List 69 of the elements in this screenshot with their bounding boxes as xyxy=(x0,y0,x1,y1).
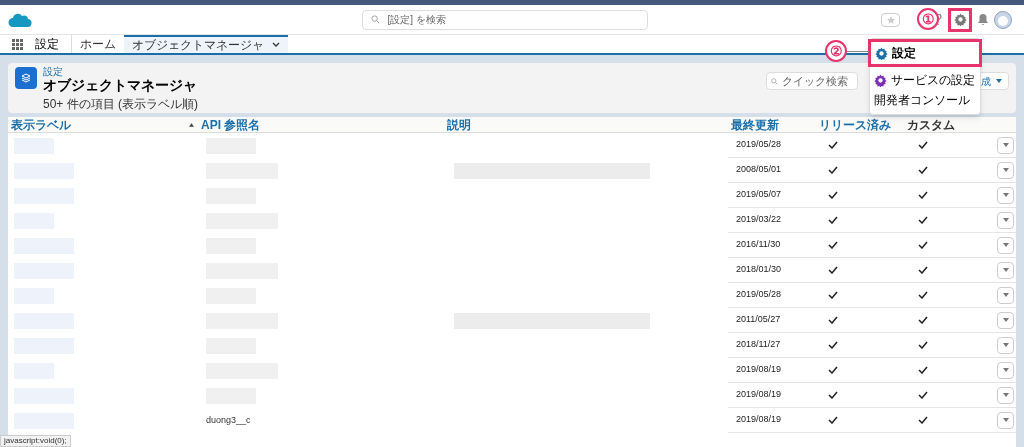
page-title: オブジェクトマネージャ xyxy=(43,77,198,94)
row-action-button[interactable] xyxy=(997,336,1014,354)
cloud-logo[interactable] xyxy=(8,11,32,28)
row-action-button[interactable] xyxy=(997,411,1014,429)
row-action-button[interactable] xyxy=(997,386,1014,404)
caret-icon xyxy=(1002,368,1009,372)
caret-icon xyxy=(1002,418,1009,422)
caret-icon xyxy=(1002,218,1009,222)
row-action-button[interactable] xyxy=(997,161,1014,179)
quick-search-field[interactable]: クイック検索 xyxy=(766,72,858,90)
row-action-button[interactable] xyxy=(997,211,1014,229)
menu-item[interactable]: サービスの設定 xyxy=(870,70,980,90)
app-launcher-icon[interactable] xyxy=(12,38,23,50)
row-action-button[interactable] xyxy=(997,361,1014,379)
row-action-button[interactable] xyxy=(997,236,1014,254)
row-action-button[interactable] xyxy=(997,261,1014,279)
date-cell-text: 2019/08/19 xyxy=(735,363,783,377)
leader-line xyxy=(847,51,869,52)
column-header[interactable]: 表示ラベル xyxy=(8,117,198,134)
caret-icon xyxy=(1002,293,1009,297)
gear-icon xyxy=(875,46,888,60)
annotation-badge: ② xyxy=(825,40,847,62)
gear-icon xyxy=(874,73,887,87)
setup-button[interactable] xyxy=(948,7,972,32)
nav-tab[interactable]: オブジェクトマネージャ xyxy=(124,35,288,53)
caret-icon xyxy=(1002,343,1009,347)
date-cell-text: 2019/05/28 xyxy=(735,138,783,152)
date-cell-text: 2011/05/27 xyxy=(735,313,782,327)
gear-icon xyxy=(953,13,967,26)
date-cell-text: 2018/11/27 xyxy=(735,338,782,352)
row-action-button[interactable] xyxy=(997,136,1014,154)
date-cell-text: 2019/05/28 xyxy=(735,288,783,302)
date-cell-text: 2019/05/07 xyxy=(735,188,783,202)
row-action-button[interactable] xyxy=(997,286,1014,304)
caret-icon xyxy=(1002,143,1009,147)
api-name-cell-text: duong3__c xyxy=(206,413,251,427)
app-name: 設定 xyxy=(35,36,59,53)
caret-icon xyxy=(1002,393,1009,397)
search-icon xyxy=(370,15,380,24)
caret-icon xyxy=(1002,318,1009,322)
item-count: 50+ 件の項目 (表示ラベル順) xyxy=(43,96,198,113)
row-action-button[interactable] xyxy=(997,311,1014,329)
status-bar: javascript:void(0); xyxy=(0,435,71,447)
star-icon xyxy=(886,15,895,24)
date-cell-text: 2018/01/30 xyxy=(735,263,783,277)
column-header[interactable]: 説明 xyxy=(444,117,728,134)
caret-icon xyxy=(1002,168,1009,172)
menu-item[interactable]: 開発者コンソール xyxy=(870,90,980,110)
menu-item[interactable]: 設定 xyxy=(868,39,982,67)
column-header[interactable]: リリース済み xyxy=(816,117,904,134)
column-header[interactable]: 最終更新 xyxy=(728,117,816,134)
date-cell-text: 2008/05/01 xyxy=(735,163,783,177)
date-cell-text: 2019/08/19 xyxy=(735,413,783,427)
search-icon xyxy=(771,77,778,85)
date-cell-text: 2019/08/19 xyxy=(735,388,783,402)
search-field[interactable]: [設定] を検索 xyxy=(361,9,648,30)
breadcrumb-link[interactable]: 設定 xyxy=(43,66,198,77)
column-header[interactable]: API 参照名 xyxy=(198,117,444,134)
date-cell-text: 2016/11/30 xyxy=(735,238,782,252)
object-icon xyxy=(15,67,37,89)
column-header[interactable]: カスタム xyxy=(904,117,992,134)
bell-icon[interactable] xyxy=(978,14,988,25)
row-action-button[interactable] xyxy=(997,186,1014,204)
caret-icon xyxy=(1002,268,1009,272)
avatar-icon[interactable] xyxy=(994,10,1012,29)
caret-icon xyxy=(996,79,1002,83)
caret-icon xyxy=(1002,243,1009,247)
caret-icon xyxy=(1002,193,1009,197)
date-cell-text: 2019/03/22 xyxy=(735,213,783,227)
